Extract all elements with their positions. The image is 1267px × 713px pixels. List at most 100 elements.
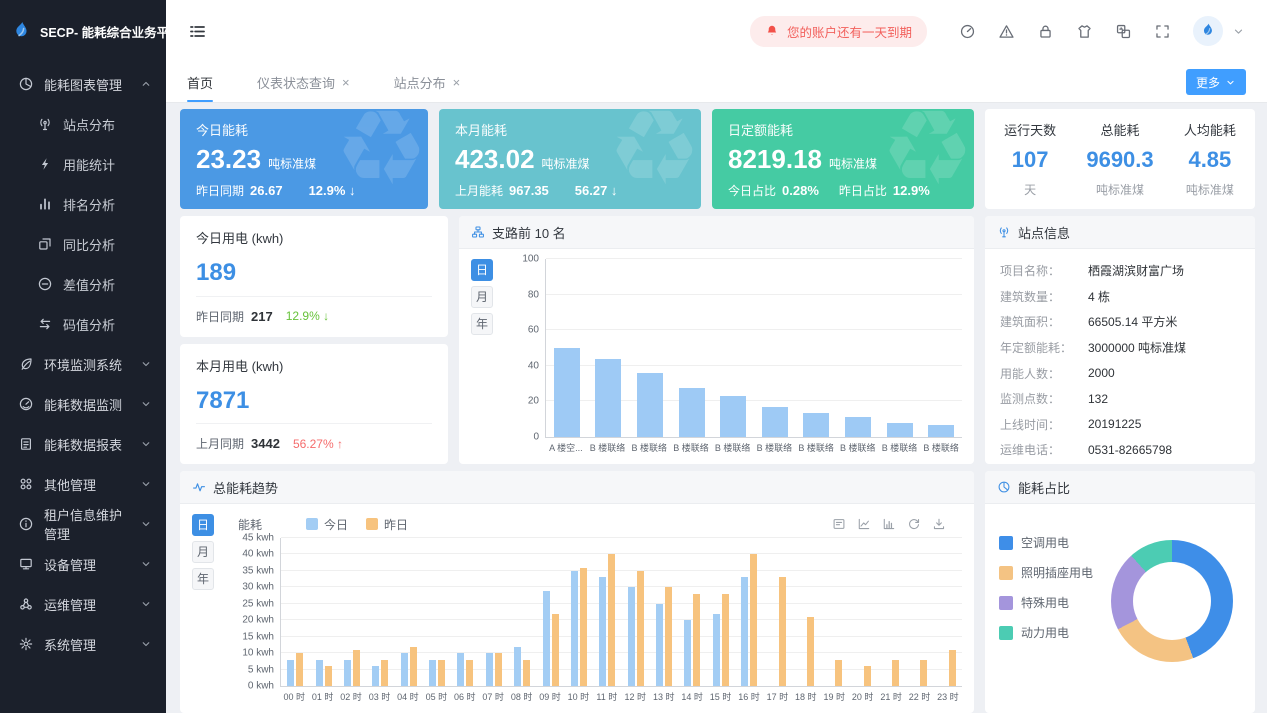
sidebar-item-label: 系统管理 xyxy=(44,635,96,654)
pie-legend-item[interactable]: 照明插座用电 xyxy=(999,564,1093,581)
bar-group[interactable] xyxy=(763,538,791,686)
close-tab-icon[interactable]: × xyxy=(342,76,350,89)
toggle-月[interactable]: 月 xyxy=(192,541,214,563)
bar-group[interactable] xyxy=(565,538,593,686)
toggle-日[interactable]: 日 xyxy=(192,514,214,536)
usage-sub-value: 3442 xyxy=(251,436,280,451)
bar-group[interactable] xyxy=(309,538,337,686)
bar-group[interactable] xyxy=(849,538,877,686)
warning-icon[interactable] xyxy=(998,23,1015,40)
bar-group[interactable] xyxy=(546,259,588,437)
bar-group[interactable] xyxy=(792,538,820,686)
bar-group[interactable] xyxy=(480,538,508,686)
bar-chart-icon[interactable] xyxy=(882,517,896,531)
bar-group[interactable] xyxy=(735,538,763,686)
sidebar-item-other-mgmt[interactable]: 其他管理 xyxy=(0,464,166,504)
site-info-value: 2000 xyxy=(1088,366,1115,380)
bar-group[interactable] xyxy=(879,259,921,437)
sidebar-item-energy-data-monitor[interactable]: 能耗数据监测 xyxy=(0,384,166,424)
bar-group[interactable] xyxy=(629,259,671,437)
tab-meter-status[interactable]: 仪表状态查询× xyxy=(257,62,350,102)
sidebar-subitem-diff-analysis[interactable]: 差值分析 xyxy=(0,264,166,304)
dashboard-icon[interactable] xyxy=(959,23,976,40)
bar xyxy=(741,577,748,686)
bar xyxy=(372,666,379,686)
toggle-年[interactable]: 年 xyxy=(192,568,214,590)
collapse-menu-icon[interactable] xyxy=(188,22,207,41)
bar-group[interactable] xyxy=(671,259,713,437)
more-button[interactable]: 更多 xyxy=(1186,69,1246,95)
fullscreen-icon[interactable] xyxy=(1154,23,1171,40)
lock-icon[interactable] xyxy=(1037,23,1054,40)
tab-home[interactable]: 首页 xyxy=(187,62,213,102)
bar xyxy=(410,647,417,686)
bar-group[interactable] xyxy=(754,259,796,437)
panel-header: 能耗占比 xyxy=(985,471,1255,504)
sidebar-subitem-yoy-analysis[interactable]: 同比分析 xyxy=(0,224,166,264)
legend-item[interactable]: 昨日 xyxy=(366,516,408,533)
bar-group[interactable] xyxy=(820,538,848,686)
sidebar-item-ops-mgmt[interactable]: 运维管理 xyxy=(0,584,166,624)
data-view-icon[interactable] xyxy=(832,517,846,531)
bar-group[interactable] xyxy=(622,538,650,686)
bar-group[interactable] xyxy=(796,259,838,437)
bar-group[interactable] xyxy=(593,538,621,686)
bar-group[interactable] xyxy=(451,538,479,686)
stat-card-sub-value: 12.9% ↓ xyxy=(309,183,356,198)
chevron-down-icon[interactable] xyxy=(1232,25,1245,38)
bar-group[interactable] xyxy=(877,538,905,686)
bar-group[interactable] xyxy=(712,259,754,437)
bar-group[interactable] xyxy=(934,538,962,686)
bar-group[interactable] xyxy=(508,538,536,686)
sidebar-subitem-rank-analysis[interactable]: 排名分析 xyxy=(0,184,166,224)
energy-share-panel: 能耗占比 空调用电照明插座用电特殊用电动力用电 xyxy=(985,471,1255,713)
sidebar-item-system-mgmt[interactable]: 系统管理 xyxy=(0,624,166,664)
pie-legend-item[interactable]: 空调用电 xyxy=(999,534,1093,551)
sidebar-subitem-code-analysis[interactable]: 码值分析 xyxy=(0,304,166,344)
sidebar-item-energy-report[interactable]: 能耗数据报表 xyxy=(0,424,166,464)
theme-icon[interactable] xyxy=(1076,23,1093,40)
bar-group[interactable] xyxy=(395,538,423,686)
close-tab-icon[interactable]: × xyxy=(453,76,461,89)
bar-group[interactable] xyxy=(837,259,879,437)
bar-group[interactable] xyxy=(650,538,678,686)
sidebar-item-tenant-info-mgmt[interactable]: 租户信息维护管理 xyxy=(0,504,166,544)
sidebar-subitem-site-distribution[interactable]: 站点分布 xyxy=(0,104,166,144)
refresh-icon[interactable] xyxy=(907,517,921,531)
bar-group[interactable] xyxy=(707,538,735,686)
legend-label: 动力用电 xyxy=(1021,624,1069,641)
pie-legend-item[interactable]: 特殊用电 xyxy=(999,594,1093,611)
language-icon[interactable] xyxy=(1115,23,1132,40)
legend-item[interactable]: 今日 xyxy=(306,516,348,533)
bar-group[interactable] xyxy=(281,538,309,686)
pie-legend-item[interactable]: 动力用电 xyxy=(999,624,1093,641)
avatar[interactable] xyxy=(1193,16,1223,46)
sidebar-item-device-mgmt[interactable]: 设备管理 xyxy=(0,544,166,584)
bar-group[interactable] xyxy=(920,259,962,437)
bar-group[interactable] xyxy=(366,538,394,686)
stat-card-daily-quota-energy: 日定额能耗8219.18吨标准煤今日占比0.28%昨日占比12.9%♻ xyxy=(712,109,974,209)
bar-group[interactable] xyxy=(905,538,933,686)
bar-group[interactable] xyxy=(536,538,564,686)
bar-group[interactable] xyxy=(423,538,451,686)
x-tick-label: 06 时 xyxy=(451,690,479,703)
bar-group[interactable] xyxy=(338,538,366,686)
site-info-label: 项目名称： xyxy=(1000,262,1088,279)
account-expiry-alert[interactable]: 您的账户还有一天到期 xyxy=(750,16,927,47)
pulse-icon xyxy=(192,480,206,494)
line-chart-icon[interactable] xyxy=(857,517,871,531)
bar-group[interactable] xyxy=(678,538,706,686)
sidebar-subitem-energy-stats[interactable]: 用能统计 xyxy=(0,144,166,184)
bar xyxy=(608,554,615,686)
bar-group[interactable] xyxy=(588,259,630,437)
toggle-日[interactable]: 日 xyxy=(471,259,493,281)
toggle-月[interactable]: 月 xyxy=(471,286,493,308)
sidebar-item-env-monitor[interactable]: 环境监测系统 xyxy=(0,344,166,384)
download-icon[interactable] xyxy=(932,517,946,531)
tab-site-distribution[interactable]: 站点分布× xyxy=(394,62,461,102)
summary-label: 人均能耗 xyxy=(1184,120,1236,139)
toggle-年[interactable]: 年 xyxy=(471,313,493,335)
antenna-icon xyxy=(37,116,53,132)
sidebar-item-label: 环境监测系统 xyxy=(44,355,122,374)
sidebar-item-energy-chart-mgmt[interactable]: 能耗图表管理 xyxy=(0,64,166,104)
